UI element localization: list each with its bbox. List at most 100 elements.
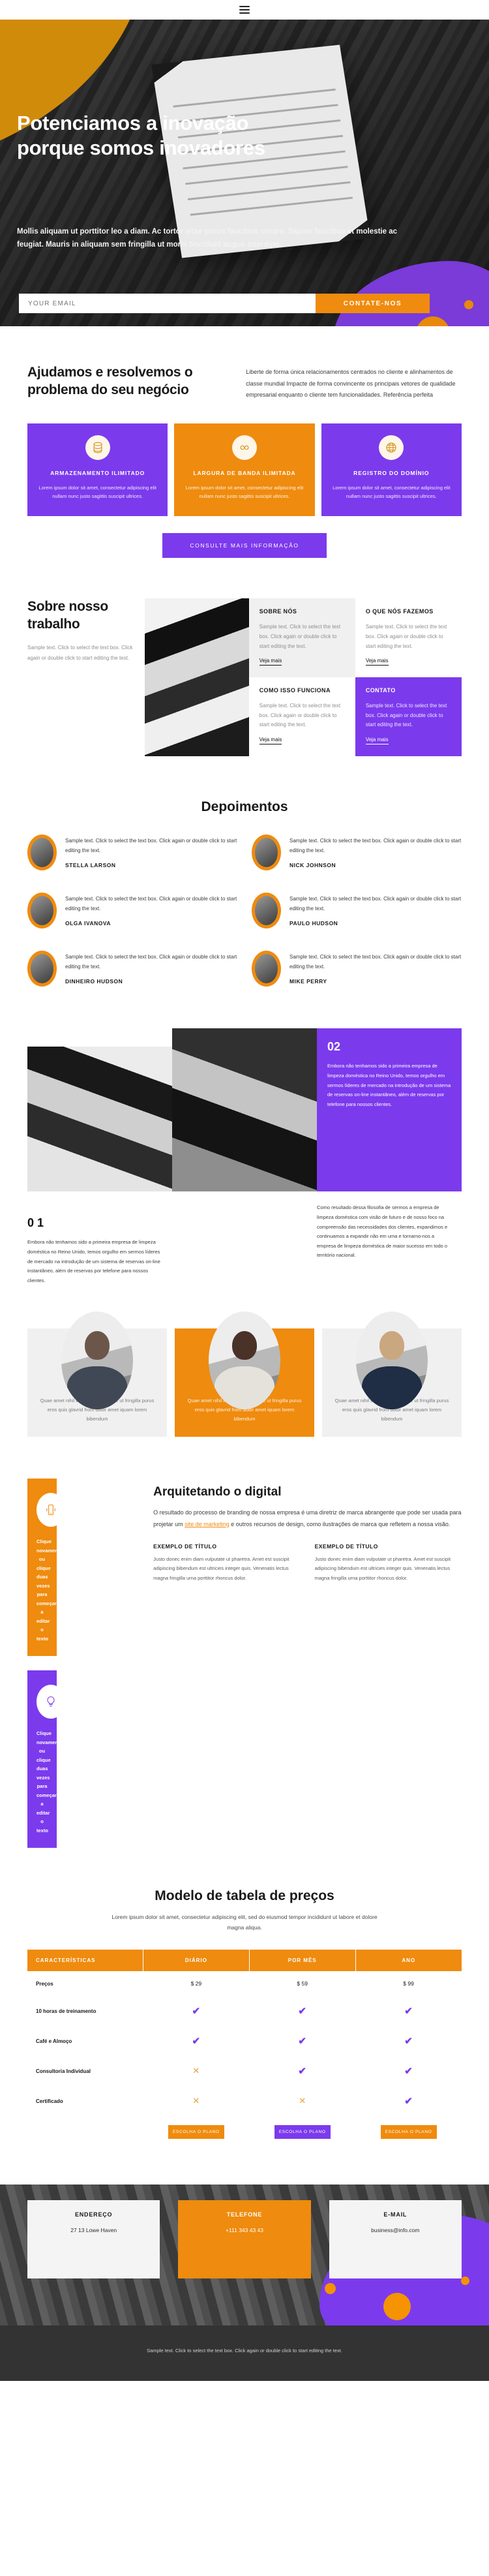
work-cell-text: Sample text. Click to select the text bo…	[259, 702, 341, 728]
team-card[interactable]: guru de programação Nina Greenfield Quae…	[322, 1311, 462, 1437]
pricing-empty-cell	[27, 2116, 143, 2148]
table-row: Café e Almoço ✔ ✔ ✔	[27, 2026, 462, 2056]
help-title-column: Ajudamos e resolvemos o problema do seu …	[27, 364, 226, 401]
contact-card-title: E-MAIL	[383, 2211, 408, 2218]
architecture-examples-row: EXEMPLO DE TÍTULO Justo donec enim diam …	[153, 1543, 462, 1583]
team-photo	[356, 1311, 428, 1410]
page-root: Potenciamos a inovação porque somos inov…	[0, 0, 489, 2381]
numbered-blocks-row-two: 0 1 Embora não tenhamos sido a primeira …	[0, 1191, 489, 1285]
testimonial-item: Sample text. Click to select the text bo…	[27, 893, 237, 929]
check-icon: ✔	[404, 2006, 413, 2017]
architecture-title: Arquitetando o digital	[153, 1485, 282, 1499]
team-card[interactable]: líder criativo Maria Brown Quae amet nih…	[27, 1311, 167, 1437]
cross-icon: ✕	[299, 2096, 306, 2106]
work-cells-grid: SOBRE NÓS Sample text. Click to select t…	[248, 598, 462, 757]
footer: Sample text. Click to select the text bo…	[0, 2325, 489, 2381]
testimonial-text: Sample text. Click to select the text bo…	[289, 896, 462, 912]
feature-cards-section: ARMAZENAMENTO ILIMITADO Lorem ipsum dolo…	[0, 401, 489, 517]
numbered-extra-text: Como resultado dessa filosofia de sermos…	[317, 1204, 448, 1259]
testimonial-name: DINHEIRO HUDSON	[65, 977, 123, 985]
cross-icon: ✕	[192, 2096, 200, 2106]
pricing-plan-cell: ESCOLHA O PLANO	[143, 2116, 249, 2148]
testimonials-grid: Sample text. Click to select the text bo…	[0, 835, 489, 987]
architecture-example: EXEMPLO DE TÍTULO Justo donec enim diam …	[315, 1543, 462, 1583]
work-cell-link[interactable]: Veja mais	[365, 737, 389, 745]
check-icon: ✔	[298, 2006, 306, 2017]
pricing-col-features: CARACTERÍSTICAS	[27, 1950, 143, 1972]
team-card[interactable]: líder criativo Ana Richmond Quae amet ni…	[175, 1311, 314, 1437]
work-title: Sobre nosso trabalho	[27, 599, 108, 632]
numbered-block-extra-text: Como resultado dessa filosofia de sermos…	[317, 1201, 462, 1285]
numbered-blocks-section: 02 Embora não tenhamos sido a primeira e…	[0, 987, 489, 1192]
testimonial-item: Sample text. Click to select the text bo…	[252, 835, 462, 871]
pricing-plan-cell: ESCOLHA O PLANO	[355, 2116, 462, 2148]
cta-row: CONSULTE MAIS INFORMAÇÃO	[0, 516, 489, 559]
footer-text: Sample text. Click to select the text bo…	[147, 2348, 342, 2354]
testimonials-title: Depoimentos	[201, 799, 288, 815]
work-cell-title: SOBRE NÓS	[259, 608, 297, 615]
page-title: Potenciamos a inovação porque somos inov…	[17, 111, 382, 161]
architecture-badge-text: Clique novamente ou clique duas vezes pa…	[37, 1539, 63, 1642]
testimonial-name: NICK JOHNSON	[289, 861, 336, 868]
more-info-button[interactable]: CONSULTE MAIS INFORMAÇÃO	[162, 533, 327, 559]
check-icon: ✔	[298, 2066, 306, 2078]
pricing-col-daily: DIÁRIO	[143, 1950, 250, 1972]
feature-card[interactable]: ARMAZENAMENTO ILIMITADO Lorem ipsum dolo…	[27, 423, 168, 517]
testimonial-name: PAULO HUDSON	[289, 919, 338, 927]
numbered-photo-center	[172, 1028, 317, 1192]
work-cell-link[interactable]: Veja mais	[365, 658, 389, 666]
testimonial-text: Sample text. Click to select the text bo…	[289, 954, 462, 970]
hamburger-menu-icon[interactable]	[239, 6, 250, 14]
check-icon: ✔	[192, 2036, 201, 2047]
testimonial-text: Sample text. Click to select the text bo…	[65, 838, 237, 854]
team-section: líder criativo Maria Brown Quae amet nih…	[0, 1285, 489, 1437]
testimonial-item: Sample text. Click to select the text bo…	[252, 951, 462, 987]
pricing-subtitle: Lorem ipsum dolor sit amet, consectetur …	[111, 1914, 378, 1931]
check-icon: ✔	[192, 2006, 201, 2017]
choose-plan-button-monthly[interactable]: ESCOLHA O PLANO	[274, 2125, 331, 2139]
email-input[interactable]	[19, 294, 316, 313]
team-photo	[61, 1311, 133, 1410]
table-row: Consultoria Individual ✕ ✔ ✔	[27, 2056, 462, 2086]
work-cell-how-it-works[interactable]: COMO ISSO FUNCIONA Sample text. Click to…	[249, 677, 355, 756]
work-cell-title: O QUE NÓS FAZEMOS	[365, 608, 434, 615]
infinity-icon	[231, 435, 257, 460]
marketing-site-link[interactable]: site de marketing	[185, 1521, 230, 1527]
work-cell-contact[interactable]: CONTATO Sample text. Click to select the…	[355, 677, 462, 757]
choose-plan-button-daily[interactable]: ESCOLHA O PLANO	[168, 2125, 224, 2139]
testimonial-text: Sample text. Click to select the text bo…	[65, 954, 237, 970]
contact-card-value: 27 13 Lowe Haven	[70, 2227, 117, 2234]
pricing-plan-cell: ESCOLHA O PLANO	[249, 2116, 355, 2148]
contact-us-button[interactable]: CONTATE-NOS	[316, 294, 430, 313]
work-cell-link[interactable]: Veja mais	[259, 737, 282, 745]
architecture-example: EXEMPLO DE TÍTULO Justo donec enim diam …	[153, 1543, 300, 1583]
top-navigation-bar	[0, 0, 489, 20]
avatar	[252, 893, 281, 929]
contact-card-address: ENDEREÇO 27 13 Lowe Haven	[27, 2200, 160, 2279]
table-row: 10 horas de treinamento ✔ ✔ ✔	[27, 1996, 462, 2026]
architecture-badge-top[interactable]: Clique novamente ou clique duas vezes pa…	[27, 1479, 65, 1657]
feature-card[interactable]: LARGURA DE BANDA ILIMITADA Lorem ipsum d…	[174, 423, 315, 517]
work-cell-services[interactable]: O QUE NÓS FAZEMOS Sample text. Click to …	[355, 598, 462, 677]
hero-signup-form: CONTATE-NOS	[19, 294, 430, 313]
testimonial-name: STELLA LARSON	[65, 861, 116, 868]
work-cell-about[interactable]: SOBRE NÓS Sample text. Click to select t…	[248, 598, 355, 678]
feature-card-title: LARGURA DE BANDA ILIMITADA	[193, 469, 296, 476]
team-photo	[209, 1311, 280, 1410]
pricing-row-label: Preços	[36, 1980, 53, 1987]
pricing-row-label: 10 horas de treinamento	[36, 2008, 96, 2014]
orange-dot-decoration	[383, 2293, 411, 2321]
work-intro-text: Sample text. Click to select the text bo…	[27, 645, 133, 661]
architecture-example-text: Justo donec enim diam vulputate ut phare…	[153, 1556, 289, 1581]
orange-dot-small-decoration	[464, 300, 473, 309]
choose-plan-button-yearly[interactable]: ESCOLHA O PLANO	[380, 2125, 437, 2139]
testimonial-text: Sample text. Click to select the text bo…	[65, 896, 237, 912]
architecture-example-title: EXEMPLO DE TÍTULO	[153, 1543, 217, 1550]
pricing-col-monthly: POR MÊS	[249, 1950, 356, 1972]
architecture-badge-bottom[interactable]: Clique novamente ou clique duas vezes pa…	[27, 1670, 65, 1848]
contact-cards: ENDEREÇO 27 13 Lowe Haven TELEFONE +111 …	[0, 2185, 489, 2279]
feature-card[interactable]: REGISTRO DO DOMÍNIO Lorem ipsum dolor si…	[321, 423, 462, 517]
work-cell-link[interactable]: Veja mais	[259, 658, 282, 666]
avatar	[27, 835, 57, 871]
numbered-block-number: 02	[327, 1040, 341, 1054]
